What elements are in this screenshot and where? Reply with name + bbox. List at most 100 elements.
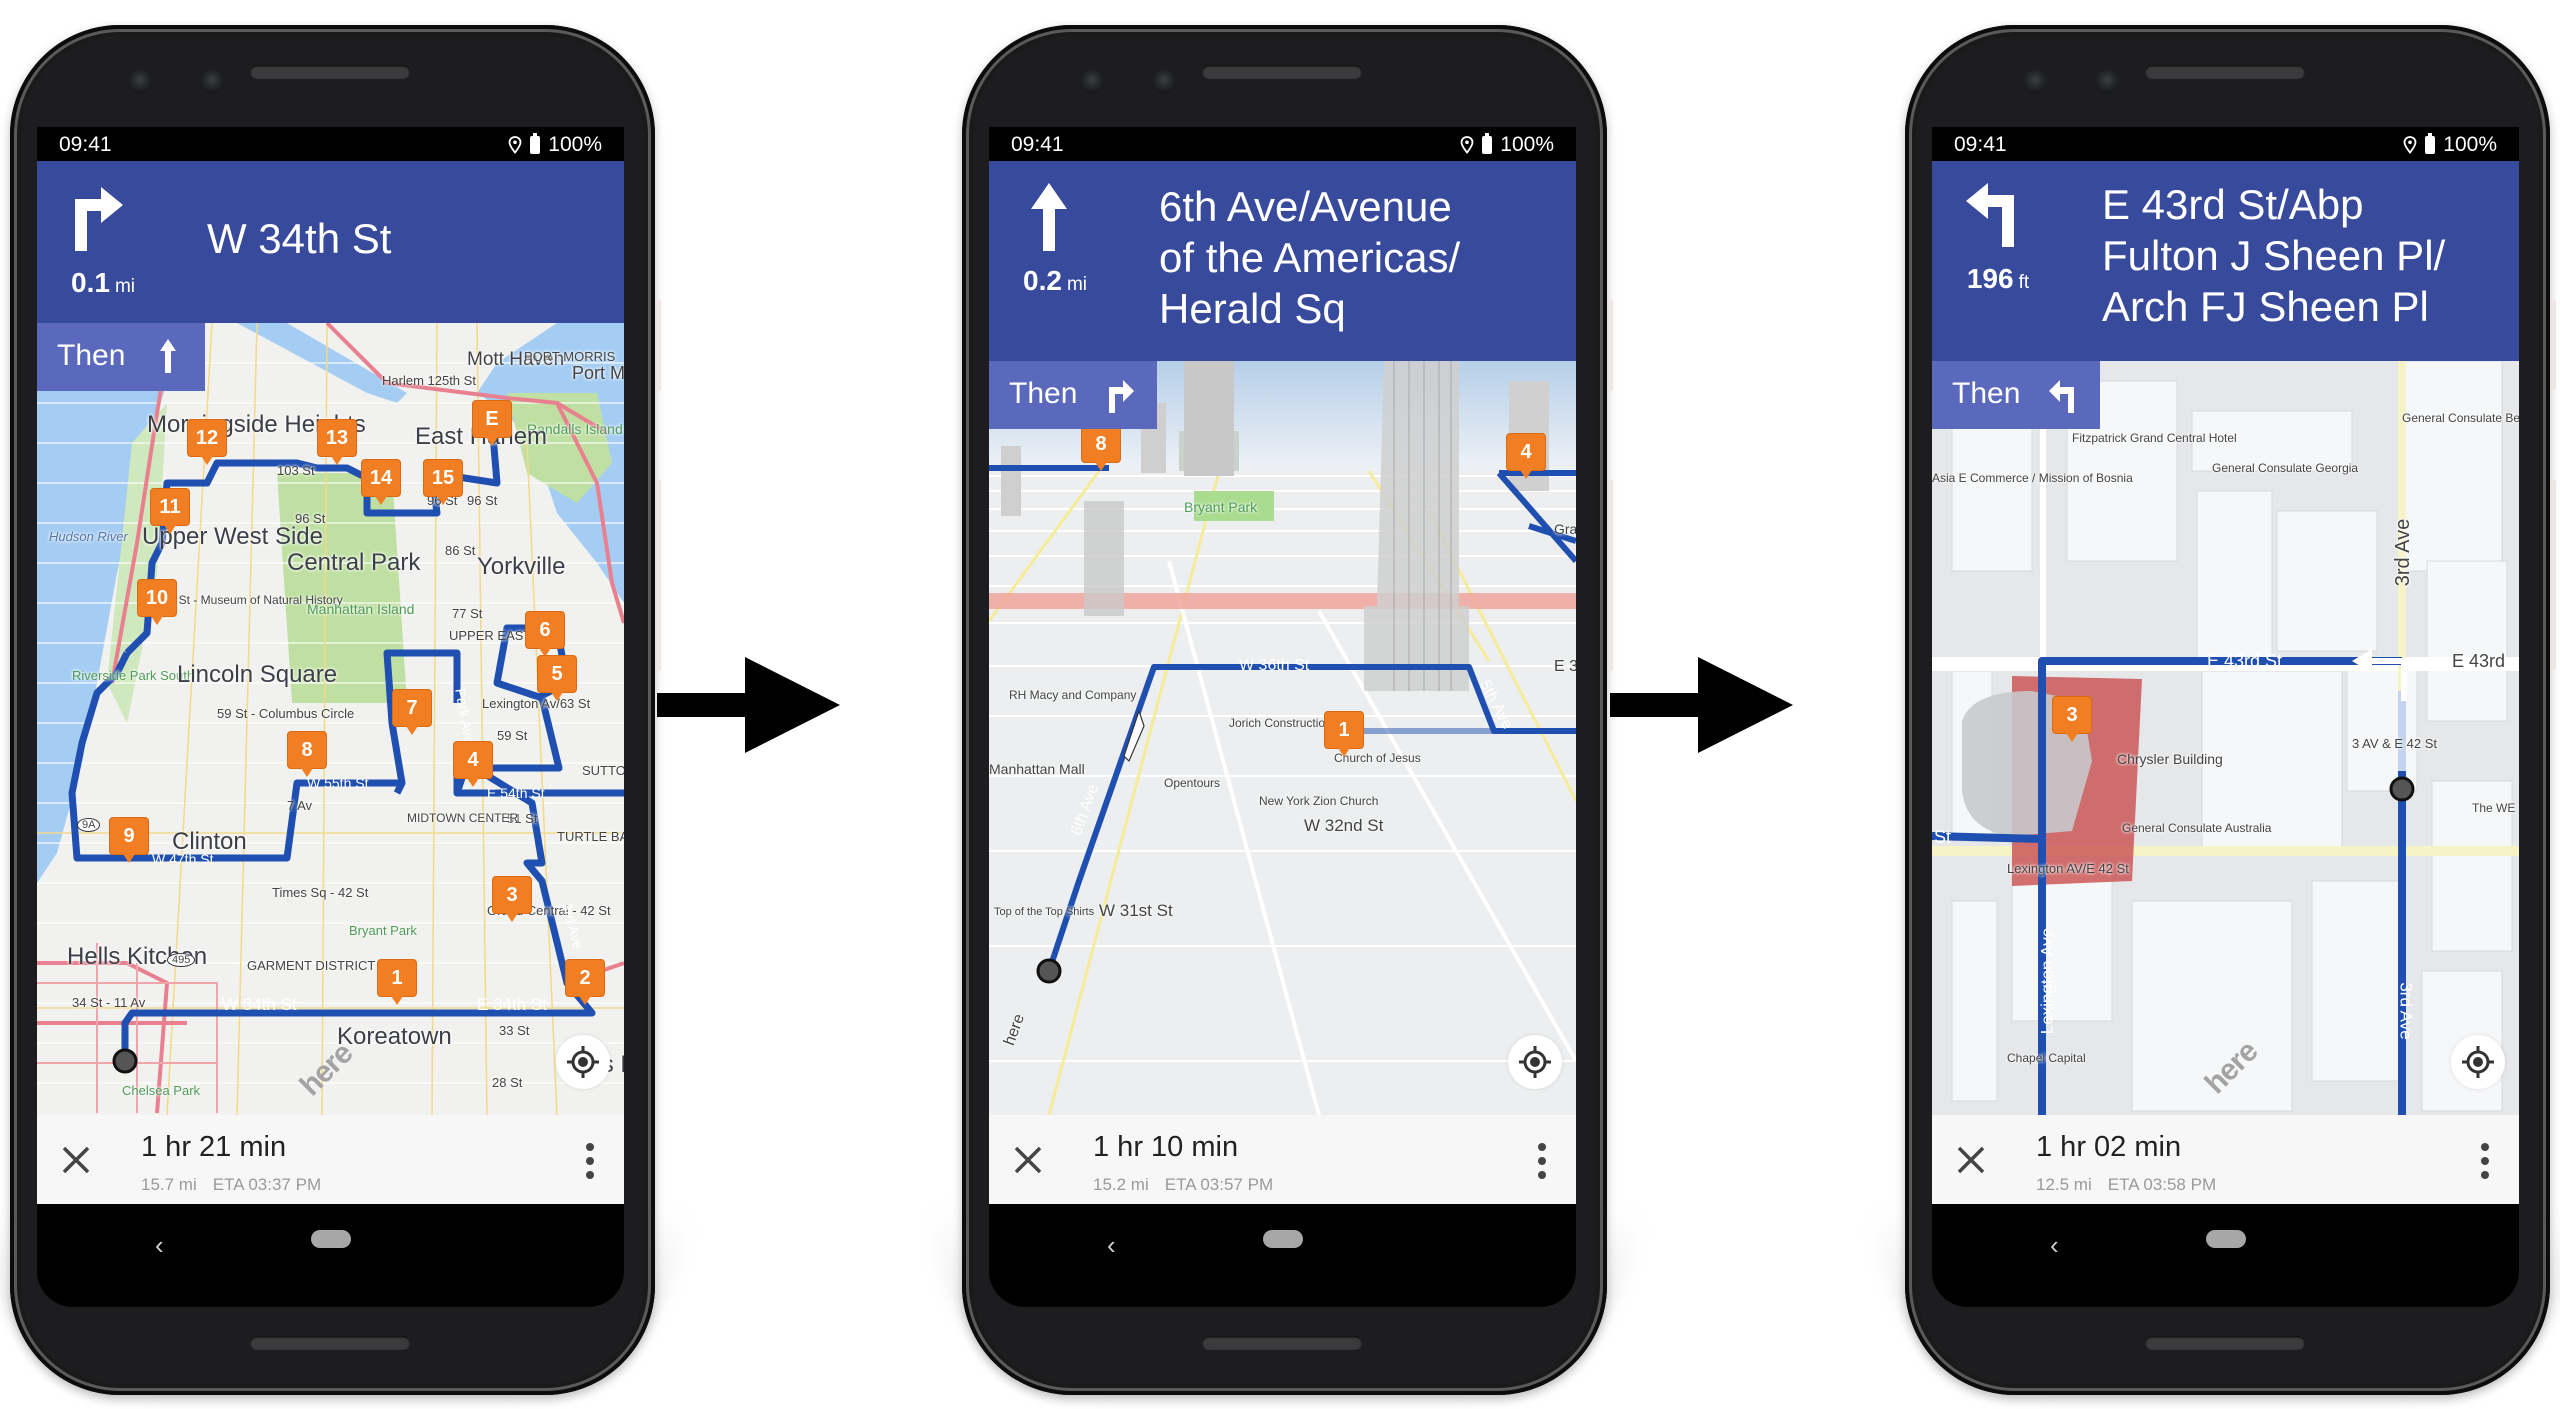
more-options-button[interactable] <box>2479 1143 2491 1179</box>
map-label: GARMENT DISTRICT <box>247 958 376 973</box>
trip-meta: 15.7 mi ETA 03:37 PM <box>141 1175 321 1195</box>
map-label: 28 St <box>492 1075 523 1090</box>
waypoint-marker[interactable]: 14 <box>361 459 401 505</box>
system-nav-bar: ‹ <box>37 1204 624 1307</box>
map-label: General Consulate Australia <box>2122 821 2272 835</box>
trip-duration: 1 hr 10 min <box>1093 1131 1239 1163</box>
straight-icon <box>1031 183 1067 251</box>
close-icon[interactable] <box>59 1143 93 1177</box>
more-options-button[interactable] <box>584 1143 596 1179</box>
waypoint-marker[interactable]: 3 <box>2052 696 2092 742</box>
maneuver-panel: 0.2 mi 6th Ave/Avenue of the Americas/ He… <box>989 161 1576 361</box>
next-street-name: 6th Ave/Avenue of the Americas/ Herald S… <box>1159 183 1461 332</box>
waypoint-marker[interactable]: 13 <box>317 419 357 465</box>
bottom-speaker <box>250 1336 410 1350</box>
map-view[interactable]: Mott Haven PORT MORRIS Port Morris Harle… <box>37 323 624 1115</box>
map-label: Times Sq - 42 St <box>272 885 369 900</box>
waypoint-marker[interactable]: 7 <box>392 689 432 735</box>
map-label: E 43rd <box>2452 651 2506 671</box>
trip-summary-bar: 1 hr 10 min 15.2 mi ETA 03:57 PM <box>989 1115 1576 1204</box>
trip-distance: 12.5 mi <box>2036 1175 2092 1194</box>
waypoint-marker[interactable]: 10 <box>137 579 177 625</box>
map-label: 3rd Ave <box>2392 518 2415 587</box>
map-label: Bryant Park <box>349 923 417 938</box>
front-camera-icon <box>128 70 152 94</box>
close-icon[interactable] <box>1954 1143 1988 1177</box>
map-label: W 32nd St <box>1304 816 1384 835</box>
recenter-button[interactable] <box>556 1035 610 1089</box>
trip-meta: 15.2 mi ETA 03:57 PM <box>1093 1175 1273 1195</box>
status-bar: 09:41 100% <box>989 127 1576 161</box>
map-label: Opentours <box>1164 776 1221 790</box>
waypoint-marker[interactable]: 2 <box>565 959 605 1005</box>
more-options-button[interactable] <box>1536 1143 1548 1179</box>
waypoint-marker[interactable]: 4 <box>453 741 493 787</box>
waypoint-marker[interactable]: 3 <box>492 876 532 922</box>
route-street-label: W 36th St <box>1239 657 1310 674</box>
status-bar: 09:41 100% <box>37 127 624 161</box>
trip-duration: 1 hr 02 min <box>2036 1131 2182 1163</box>
map-label: Riverside Park South <box>72 668 195 683</box>
waypoint-marker[interactable]: 8 <box>1081 425 1121 471</box>
waypoint-marker[interactable]: 8 <box>287 731 327 777</box>
route-street-label: E 34th St <box>477 995 547 1014</box>
map-label: Lexington Av/63 St <box>482 696 591 711</box>
trip-meta: 12.5 mi ETA 03:58 PM <box>2036 1175 2216 1195</box>
turn-right-icon <box>1109 380 1134 413</box>
recenter-button[interactable] <box>2451 1035 2505 1089</box>
waypoint-marker[interactable]: 6 <box>525 611 565 657</box>
volume-button <box>1609 480 1613 670</box>
waypoint-marker[interactable]: 9 <box>109 817 149 863</box>
battery-icon <box>530 133 541 154</box>
map-view[interactable]: Fitzpatrick Grand Central Hotel General … <box>1932 361 2519 1115</box>
sensor-icon <box>200 70 224 94</box>
map-label: Koreatown <box>337 1023 452 1050</box>
turn-left-icon <box>1966 183 2014 247</box>
then-maneuver-box: Then <box>37 323 205 391</box>
map-label: Port Morris <box>572 363 624 383</box>
home-button[interactable] <box>2206 1230 2246 1248</box>
then-maneuver-box: Then <box>1932 361 2100 429</box>
home-button[interactable] <box>1263 1230 1303 1248</box>
battery-level: 100% <box>2443 133 2497 156</box>
waypoint-marker[interactable]: 5 <box>537 655 577 701</box>
waypoint-marker[interactable]: 11 <box>150 488 190 534</box>
home-button[interactable] <box>311 1230 351 1248</box>
status-time: 09:41 <box>59 133 112 156</box>
back-icon[interactable]: ‹ <box>1107 1230 1116 1261</box>
map-label: Top of the Top Shirts <box>994 906 1095 918</box>
then-label: Then <box>1009 377 1078 410</box>
close-icon[interactable] <box>1011 1143 1045 1177</box>
waypoint-marker[interactable]: E <box>472 400 512 446</box>
map-label: The WE York Ce <box>2472 801 2519 815</box>
trip-summary-bar: 1 hr 02 min 12.5 mi ETA 03:58 PM <box>1932 1115 2519 1204</box>
waypoint-marker[interactable]: 12 <box>187 419 227 465</box>
map-label: 3 AV & E 42 St <box>2352 736 2438 751</box>
recenter-button[interactable] <box>1508 1035 1562 1089</box>
straight-icon <box>160 339 176 373</box>
route-street-label: W 55th St <box>307 775 369 791</box>
back-icon[interactable]: ‹ <box>155 1230 164 1261</box>
map-label: PORT MORRIS <box>524 349 616 364</box>
trip-eta: ETA 03:37 PM <box>212 1175 322 1194</box>
then-label: Then <box>57 339 126 372</box>
map-canvas <box>989 361 1576 1115</box>
status-time: 09:41 <box>1011 133 1064 156</box>
map-label: Bryant Park <box>1184 499 1258 515</box>
earpiece-speaker <box>1202 65 1362 79</box>
map-label: 7 Av <box>287 798 313 813</box>
route-street-label: E 54th St <box>487 785 545 801</box>
map-view[interactable]: Bryant Park W 36th St 5th Ave E 3 Gra RH… <box>989 361 1576 1115</box>
map-label: Asia E Commerce / Mission of Bosnia <box>1932 471 2133 485</box>
sensor-icon <box>1152 70 1176 94</box>
waypoint-marker[interactable]: 1 <box>1324 711 1364 757</box>
back-icon[interactable]: ‹ <box>2050 1230 2059 1261</box>
waypoint-marker[interactable]: 1 <box>377 959 417 1005</box>
waypoint-marker[interactable]: 4 <box>1506 433 1546 479</box>
power-button <box>1609 300 1613 390</box>
current-position-dot <box>2389 776 2415 802</box>
arrow-right-icon <box>657 657 840 753</box>
map-label: Lincoln Square <box>177 661 338 688</box>
arrow-right-icon <box>1610 657 1793 753</box>
waypoint-marker[interactable]: 15 <box>423 459 463 505</box>
